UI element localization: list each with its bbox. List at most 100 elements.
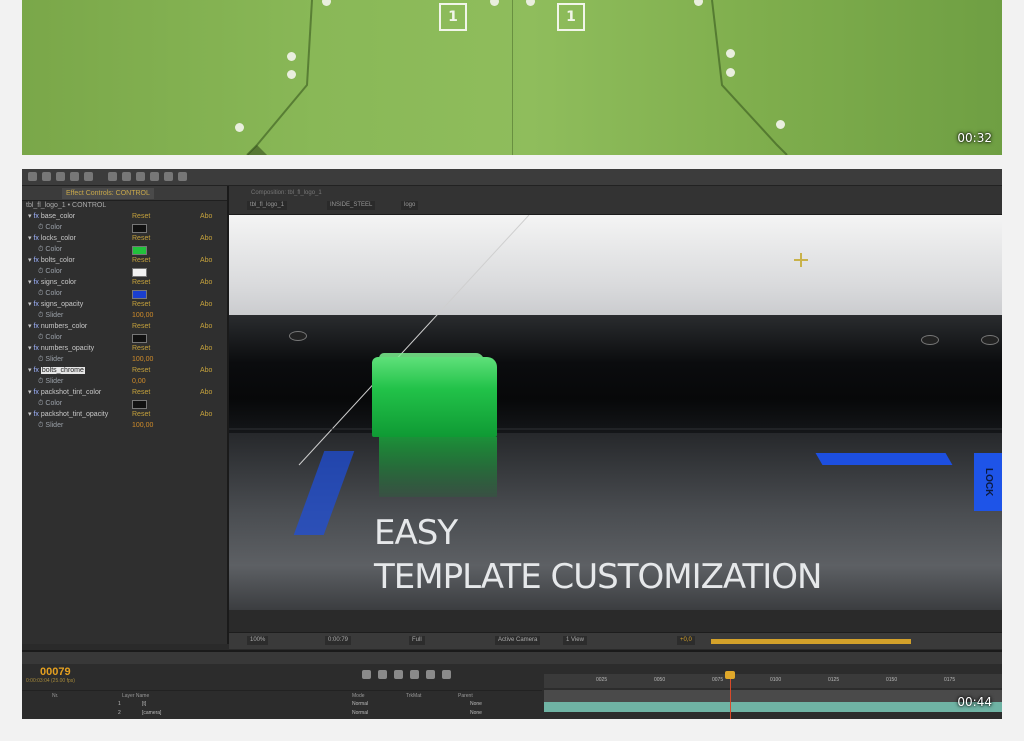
- timeline-tabs: [22, 652, 1002, 664]
- breadcrumb-comp[interactable]: tbl_fl_logo_1: [247, 201, 288, 210]
- reset-link[interactable]: Reset: [132, 277, 150, 288]
- effect-subproperty[interactable]: ⏱ Slider 100,00: [22, 420, 227, 431]
- layer-name: [camera]: [142, 710, 162, 716]
- draft-3d-icon[interactable]: [378, 670, 387, 679]
- effect-subproperty[interactable]: ⏱ Color: [22, 288, 227, 299]
- effect-subproperty[interactable]: ⏱ Color: [22, 244, 227, 255]
- effect-property[interactable]: ▾ fx signs_opacity Reset Abo: [22, 299, 227, 310]
- effect-property[interactable]: ▾ fx bolts_chrome Reset Abo: [22, 365, 227, 376]
- exposure-offset[interactable]: +0,0: [677, 636, 695, 645]
- shy-icon[interactable]: [394, 670, 403, 679]
- slider-value[interactable]: 100,00: [132, 310, 153, 321]
- about-link[interactable]: Abo: [200, 299, 212, 310]
- effect-property[interactable]: ▾ fx locks_color Reset Abo: [22, 233, 227, 244]
- layer-parent[interactable]: None: [470, 701, 482, 707]
- playhead-handle[interactable]: [725, 671, 735, 679]
- property-name: ▾ fx packshot_tint_color: [28, 389, 102, 396]
- playhead-line[interactable]: [730, 672, 731, 719]
- effect-subproperty[interactable]: ⏱ Slider 100,00: [22, 354, 227, 365]
- property-name: ▾ fx locks_color: [28, 235, 76, 242]
- color-swatch[interactable]: [132, 400, 147, 409]
- about-link[interactable]: Abo: [200, 277, 212, 288]
- motion-blur-icon[interactable]: [426, 670, 435, 679]
- about-link[interactable]: Abo: [200, 255, 212, 266]
- breadcrumb-logo[interactable]: logo: [401, 201, 419, 210]
- reset-link[interactable]: Reset: [132, 233, 150, 244]
- effect-property[interactable]: ▾ fx packshot_tint_color Reset Abo: [22, 387, 227, 398]
- effect-controls-tab[interactable]: Effect Controls: CONTROL: [62, 188, 154, 199]
- effect-subproperty[interactable]: ⏱ Color: [22, 398, 227, 409]
- layer-row[interactable]: 2 [camera] Normal None: [22, 710, 542, 719]
- layer-rows: 1 [t] Normal None 2 [camera] Normal None: [22, 700, 542, 719]
- effect-property[interactable]: ▾ fx numbers_opacity Reset Abo: [22, 343, 227, 354]
- effect-property[interactable]: ▾ fx packshot_tint_opacity Reset Abo: [22, 409, 227, 420]
- effect-property-list: ▾ fx base_color Reset Abo ⏱ Color ▾ fx locks…: [22, 211, 227, 431]
- color-swatch[interactable]: [132, 224, 147, 233]
- effect-subproperty[interactable]: ⏱ Color: [22, 222, 227, 233]
- video-duration: 00:32: [957, 131, 992, 145]
- video-card-2[interactable]: Effect Controls: CONTROL tbl_fl_logo_1 •…: [22, 169, 1002, 719]
- viewer-footer: 100% 0:00:79 Full Active Camera 1 View +…: [229, 632, 1002, 649]
- video-card-1[interactable]: 1 1 00:32: [22, 0, 1002, 155]
- color-swatch[interactable]: [132, 268, 147, 277]
- reset-link[interactable]: Reset: [132, 321, 150, 332]
- layer-mode[interactable]: Normal: [352, 710, 368, 716]
- time-ruler[interactable]: 0025 0050 0075 0100 0125 0150 0175: [544, 674, 1002, 688]
- layer-track-bar[interactable]: [544, 702, 1002, 712]
- about-link[interactable]: Abo: [200, 343, 212, 354]
- about-link[interactable]: Abo: [200, 409, 212, 420]
- about-link[interactable]: Abo: [200, 321, 212, 332]
- layer-parent[interactable]: None: [470, 710, 482, 716]
- about-link[interactable]: Abo: [200, 211, 212, 222]
- text-tool-icon: [122, 172, 131, 181]
- reset-link[interactable]: Reset: [132, 365, 150, 376]
- subproperty-name: ⏱ Color: [38, 224, 63, 231]
- color-swatch[interactable]: [132, 334, 147, 343]
- bolt-icon: [981, 335, 999, 345]
- color-swatch[interactable]: [132, 290, 147, 299]
- reset-link[interactable]: Reset: [132, 211, 150, 222]
- effect-property[interactable]: ▾ fx signs_color Reset Abo: [22, 277, 227, 288]
- slider-value[interactable]: 0,00: [132, 376, 146, 387]
- effect-property[interactable]: ▾ fx numbers_color Reset Abo: [22, 321, 227, 332]
- effect-subproperty[interactable]: ⏱ Slider 0,00: [22, 376, 227, 387]
- layer-mode[interactable]: Normal: [352, 701, 368, 707]
- reset-link[interactable]: Reset: [132, 387, 150, 398]
- timecode-display[interactable]: 0:00:79: [325, 636, 352, 645]
- hand-tool-icon: [42, 172, 51, 181]
- composition-tab[interactable]: Composition: tbl_fl_logo_1: [251, 189, 322, 198]
- reset-link[interactable]: Reset: [132, 343, 150, 354]
- property-name: ▾ fx numbers_color: [28, 323, 88, 330]
- anchor-crosshair-icon[interactable]: [794, 253, 808, 267]
- effect-property[interactable]: ▾ fx bolts_color Reset Abo: [22, 255, 227, 266]
- subproperty-name: ⏱ Color: [38, 334, 63, 341]
- reset-link[interactable]: Reset: [132, 255, 150, 266]
- about-link[interactable]: Abo: [200, 387, 212, 398]
- color-swatch[interactable]: [132, 246, 147, 255]
- frame-blend-icon[interactable]: [410, 670, 419, 679]
- effect-property[interactable]: ▾ fx base_color Reset Abo: [22, 211, 227, 222]
- composition-viewer[interactable]: LOCK EASY TEMPLATE CUSTOMIZATION: [229, 215, 1002, 610]
- zoom-dropdown[interactable]: 100%: [247, 636, 269, 645]
- slider-value[interactable]: 100,00: [132, 420, 153, 431]
- about-link[interactable]: Abo: [200, 233, 212, 244]
- views-dropdown[interactable]: 1 View: [563, 636, 587, 645]
- reset-link[interactable]: Reset: [132, 409, 150, 420]
- current-time[interactable]: 00079: [40, 666, 71, 678]
- layer-track-bar[interactable]: [544, 690, 1002, 702]
- reset-link[interactable]: Reset: [132, 299, 150, 310]
- graph-editor-icon[interactable]: [442, 670, 451, 679]
- bolt-dot: [726, 68, 735, 77]
- comp-flow-icon[interactable]: [362, 670, 371, 679]
- effect-subproperty[interactable]: ⏱ Slider 100,00: [22, 310, 227, 321]
- resolution-dropdown[interactable]: Full: [409, 636, 425, 645]
- camera-dropdown[interactable]: Active Camera: [495, 636, 541, 645]
- effect-subproperty[interactable]: ⏱ Color: [22, 266, 227, 277]
- headline-line-2: TEMPLATE CUSTOMIZATION: [374, 557, 822, 597]
- slider-value[interactable]: 100,00: [132, 354, 153, 365]
- eraser-tool-icon: [164, 172, 173, 181]
- breadcrumb-inside[interactable]: INSIDE_STEEL: [327, 201, 376, 210]
- effect-subproperty[interactable]: ⏱ Color: [22, 332, 227, 343]
- layer-row[interactable]: 1 [t] Normal None: [22, 701, 542, 710]
- about-link[interactable]: Abo: [200, 365, 212, 376]
